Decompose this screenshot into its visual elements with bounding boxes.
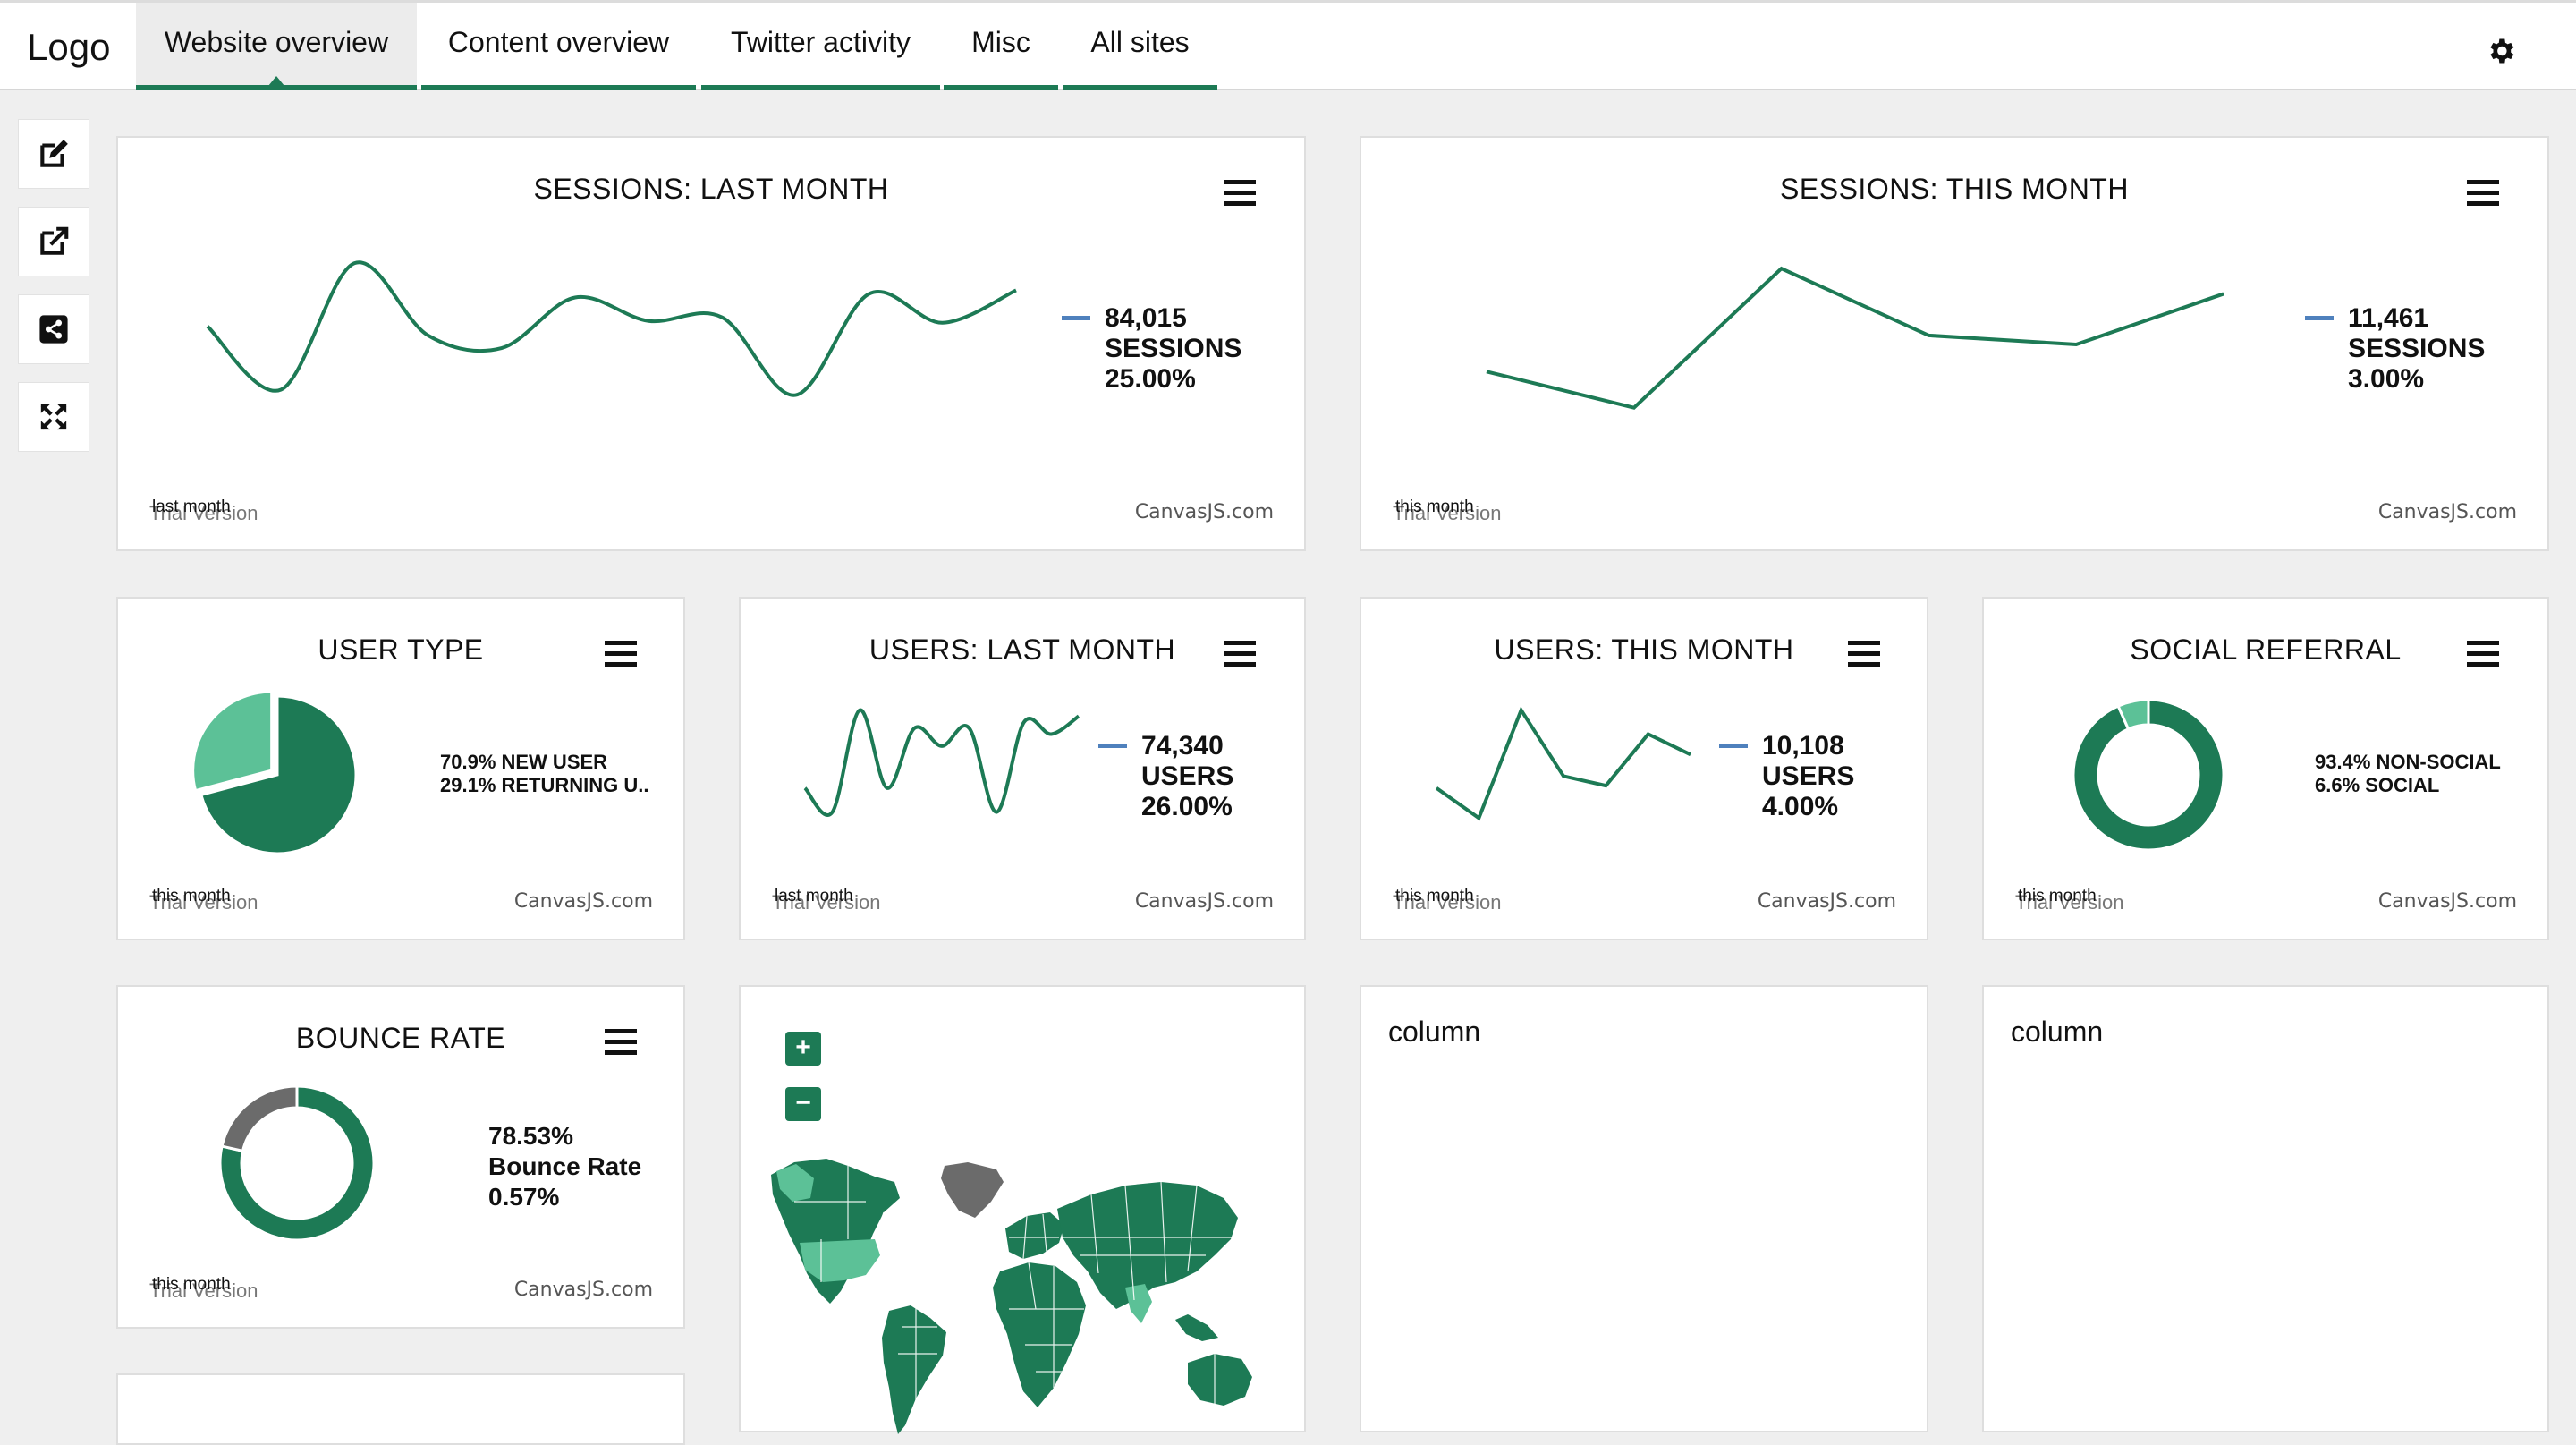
legend-label: SESSIONS xyxy=(2348,334,2486,363)
card-title: column xyxy=(2011,1016,2104,1048)
legend-item: 93.4% NON-SOCIAL xyxy=(2315,751,2501,773)
user-type-card: USER TYPE 70.9% NEW USER 29.1% RETURNING… xyxy=(116,597,685,940)
users-last-month-line xyxy=(803,708,1080,817)
users-this-month-card: USERS: THIS MONTH 10,108 USERS 4.00% Tri… xyxy=(1360,597,1928,940)
social-referral-card: SOCIAL REFERRAL 93.4% NON-SOCIAL 6.6% SO… xyxy=(1982,597,2549,940)
legend-value: 74,340 xyxy=(1141,731,1224,761)
chart-subtitle: this month xyxy=(152,887,231,905)
gear-icon[interactable] xyxy=(2485,35,2517,67)
users-this-month-line xyxy=(1435,706,1691,821)
edit-button[interactable] xyxy=(18,119,89,189)
logo[interactable]: Logo xyxy=(27,26,110,69)
canvasjs-credit-link[interactable]: CanvasJS.com xyxy=(514,1279,653,1301)
map-region-australia xyxy=(1188,1354,1252,1406)
map-region-europe xyxy=(1005,1212,1064,1259)
chart-subtitle: this month xyxy=(1395,887,1474,905)
bounce-rate-card: BOUNCE RATE 78.53% Bounce Rate 0.57% Tri… xyxy=(116,985,685,1329)
tab-label: Twitter activity xyxy=(731,25,911,58)
tab-twitter-activity[interactable]: Twitter activity xyxy=(701,3,940,90)
partial-card xyxy=(116,1373,685,1445)
map-region-africa xyxy=(993,1262,1086,1407)
edit-icon xyxy=(40,140,68,167)
column-card: column xyxy=(1360,985,1928,1432)
world-map[interactable] xyxy=(741,987,1308,1434)
legend-value: 11,461 xyxy=(2348,303,2429,333)
sessions-this-month-card: SESSIONS: THIS MONTH 11,461 SESSIONS 3.0… xyxy=(1360,136,2549,551)
legend-label: USERS xyxy=(1762,761,1855,791)
legend-item: 6.6% SOCIAL xyxy=(2315,774,2440,796)
pie-slice-other[interactable] xyxy=(220,1084,299,1153)
chart-subtitle: this month xyxy=(2018,887,2097,905)
card-title: column xyxy=(1388,1016,1481,1048)
legend-marker xyxy=(1719,744,1748,748)
chart-subtitle: last month xyxy=(775,887,853,905)
external-link-button[interactable] xyxy=(18,207,89,276)
legend-item: 29.1% RETURNING U.. xyxy=(440,774,649,796)
legend-percent: 26.00% xyxy=(1141,792,1233,821)
legend-marker xyxy=(1062,316,1090,320)
tab-website-overview[interactable]: Website overview xyxy=(136,3,417,90)
sessions-this-month-line xyxy=(1486,266,2224,410)
chart-subtitle: last month xyxy=(152,497,231,516)
legend-percent: 25.00% xyxy=(1105,364,1196,394)
share-icon xyxy=(39,315,68,344)
expand-button[interactable] xyxy=(18,382,89,452)
canvasjs-credit-link[interactable]: CanvasJS.com xyxy=(2378,890,2517,913)
legend-percent: 3.00% xyxy=(2348,364,2425,394)
expand-icon xyxy=(40,404,67,430)
tab-label: Website overview xyxy=(164,25,389,58)
chart-legend: 70.9% NEW USER 29.1% RETURNING U.. xyxy=(440,751,649,797)
sessions-last-month-line xyxy=(206,260,1017,397)
pie-slice-returning-u[interactable] xyxy=(191,690,274,793)
tab-label: Misc xyxy=(971,25,1030,58)
legend-label: Bounce Rate xyxy=(488,1152,642,1180)
column-card: column xyxy=(1982,985,2549,1432)
legend-value: 78.53% xyxy=(488,1122,573,1150)
legend-percent: 4.00% xyxy=(1762,792,1839,821)
tab-content-overview[interactable]: Content overview xyxy=(421,3,696,90)
external-link-icon xyxy=(40,226,69,255)
legend-marker xyxy=(2305,316,2334,320)
legend-label: SESSIONS xyxy=(1105,334,1242,363)
map-region-south-america xyxy=(882,1305,946,1434)
world-map-card: + − xyxy=(739,985,1308,1434)
map-region-asia xyxy=(1057,1182,1238,1309)
chart-legend: 93.4% NON-SOCIAL 6.6% SOCIAL xyxy=(2315,751,2501,797)
canvasjs-credit-link[interactable]: CanvasJS.com xyxy=(1758,890,1896,913)
legend-item: 70.9% NEW USER xyxy=(440,751,608,773)
legend-value: 10,108 xyxy=(1762,731,1844,761)
legend-label: USERS xyxy=(1141,761,1234,791)
canvasjs-credit-link[interactable]: CanvasJS.com xyxy=(1135,890,1274,913)
tab-misc[interactable]: Misc xyxy=(944,3,1058,90)
tab-label: Content overview xyxy=(447,25,670,58)
users-last-month-card: USERS: LAST MONTH 74,340 USERS 26.00% Tr… xyxy=(739,597,1306,940)
legend-value: 84,015 xyxy=(1105,303,1187,333)
top-navigation-bar: Logo Website overview Content overview T… xyxy=(0,0,2576,90)
legend-percent: 0.57% xyxy=(488,1183,560,1211)
map-region-greenland xyxy=(941,1162,1004,1218)
sessions-last-month-card: SESSIONS: LAST MONTH 84,015 SESSIONS 25.… xyxy=(116,136,1306,551)
canvasjs-credit-link[interactable]: CanvasJS.com xyxy=(2378,501,2517,523)
canvasjs-credit-link[interactable]: CanvasJS.com xyxy=(514,890,653,913)
chart-subtitle: this month xyxy=(152,1275,231,1294)
legend-marker xyxy=(1098,744,1127,748)
share-button[interactable] xyxy=(18,294,89,364)
tab-label: All sites xyxy=(1090,25,1190,58)
chart-subtitle: this month xyxy=(1395,497,1474,516)
map-region-southeast-asia xyxy=(1175,1314,1218,1341)
tab-all-sites[interactable]: All sites xyxy=(1063,3,1217,90)
canvasjs-credit-link[interactable]: CanvasJS.com xyxy=(1135,501,1274,523)
